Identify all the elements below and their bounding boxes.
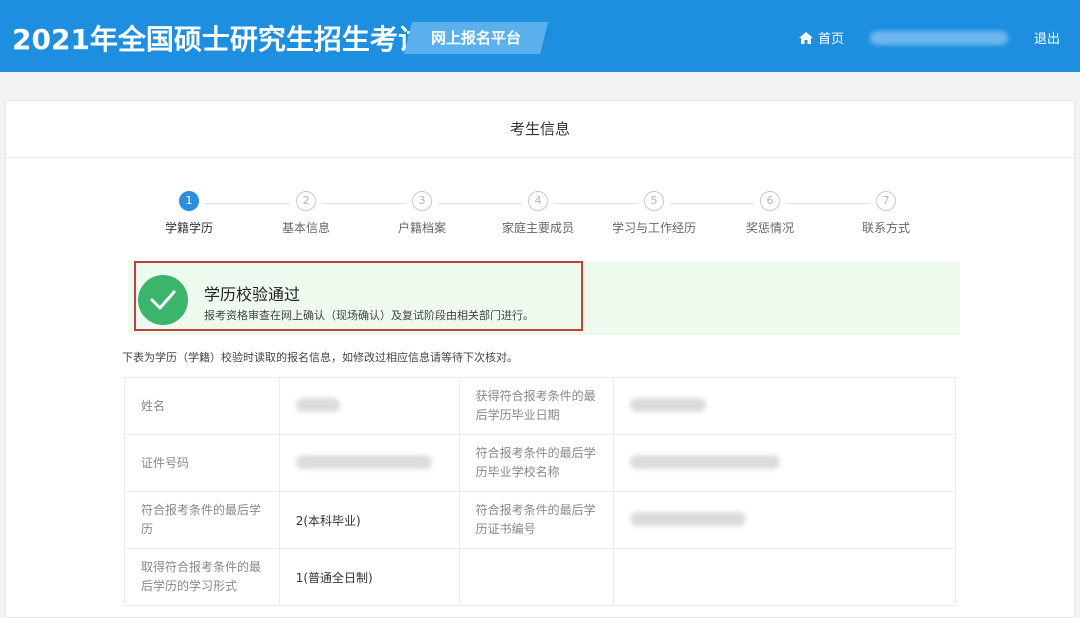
step-label: 家庭主要成员 <box>501 221 574 235</box>
redacted-value <box>630 397 707 412</box>
step-item: 3 户籍档案 <box>367 191 477 236</box>
redacted-value <box>630 454 781 469</box>
progress-steps: 1 学籍学历 2 基本信息 3 户籍档案 4 家庭主要成员 5 学习与工作经历 6 奖惩情况 7 联系方式 <box>6 189 1074 239</box>
row-value <box>613 377 956 435</box>
row-label: 符合报考条件的最后学历毕业学校名称 <box>458 434 615 492</box>
row-label: 姓名 <box>124 377 280 435</box>
row-label: 符合报考条件的最后学历证书编号 <box>458 491 615 549</box>
table-note: 下表为学历（学籍）校验时读取的报名信息，如修改过相应信息请等待下次核对。 <box>122 351 518 364</box>
platform-tag: 网上报名平台 <box>404 22 548 54</box>
user-name-redacted <box>870 31 1008 45</box>
step-item: 5 学习与工作经历 <box>599 191 709 236</box>
platform-tag-label: 网上报名平台 <box>430 29 521 47</box>
row-value <box>613 548 956 606</box>
banner-title: 学历校验通过 <box>204 285 301 304</box>
step-item: 2 基本信息 <box>251 191 361 236</box>
table-row: 姓名 获得符合报考条件的最后学历毕业日期 <box>124 377 956 435</box>
row-value <box>278 377 460 435</box>
step-number: 2 <box>296 191 316 211</box>
step-label: 学籍学历 <box>164 221 213 235</box>
banner-description: 报考资格审查在网上确认（现场确认）及复试阶段由相关部门进行。 <box>204 309 534 322</box>
row-value: 1(普通全日制) <box>278 548 460 606</box>
redacted-value <box>295 397 340 412</box>
candidate-info-card: 考生信息 1 学籍学历 2 基本信息 3 户籍档案 4 家庭主要成员 5 学习与工作经历 6 奖惩情况… <box>5 100 1075 618</box>
card-title: 考生信息 <box>6 101 1074 158</box>
row-label <box>458 548 615 606</box>
row-label: 证件号码 <box>124 434 280 492</box>
home-link[interactable]: 首页 <box>798 28 844 47</box>
step-label: 学习与工作经历 <box>611 221 696 235</box>
step-item: 7 联系方式 <box>831 191 941 236</box>
check-icon <box>138 275 188 325</box>
row-label: 取得符合报考条件的最后学历的学习形式 <box>124 548 280 606</box>
step-number: 5 <box>644 191 664 211</box>
home-label: 首页 <box>818 32 845 47</box>
table-row: 符合报考条件的最后学历 2(本科毕业) 符合报考条件的最后学历证书编号 <box>124 491 956 549</box>
site-title: 2021年全国硕士研究生招生考试 <box>12 23 426 56</box>
row-label: 获得符合报考条件的最后学历毕业日期 <box>458 377 615 435</box>
step-label: 户籍档案 <box>397 221 446 235</box>
step-label: 奖惩情况 <box>745 221 794 235</box>
step-number: 1 <box>179 191 199 211</box>
table-row: 证件号码 符合报考条件的最后学历毕业学校名称 <box>124 434 956 492</box>
step-label: 联系方式 <box>861 221 910 235</box>
redacted-value <box>630 511 747 526</box>
row-value <box>278 434 460 492</box>
step-item: 6 奖惩情况 <box>715 191 825 236</box>
top-header: 2021年全国硕士研究生招生考试 网上报名平台 首页 退出 <box>0 0 1080 72</box>
logout-link[interactable]: 退出 <box>1034 28 1060 47</box>
row-label: 符合报考条件的最后学历 <box>124 491 280 549</box>
step-item: 4 家庭主要成员 <box>483 191 593 236</box>
step-item: 1 学籍学历 <box>134 191 244 236</box>
redacted-value <box>295 454 432 469</box>
row-value: 2(本科毕业) <box>278 491 460 549</box>
step-number: 3 <box>412 191 432 211</box>
row-value <box>613 491 956 549</box>
home-icon <box>799 31 813 44</box>
info-table: 姓名 获得符合报考条件的最后学历毕业日期 证件号码 符合报考条件的最后学历毕业学… <box>124 377 956 606</box>
step-number: 6 <box>760 191 780 211</box>
row-value <box>613 434 956 492</box>
step-label: 基本信息 <box>281 221 330 235</box>
step-number: 4 <box>528 191 548 211</box>
step-number: 7 <box>876 191 896 211</box>
table-row: 取得符合报考条件的最后学历的学习形式 1(普通全日制) <box>124 548 956 606</box>
